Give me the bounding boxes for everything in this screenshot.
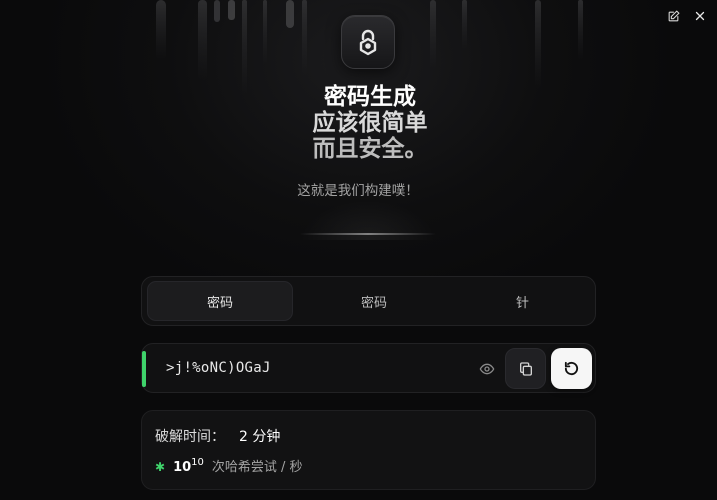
hash-rate: ✱ 10 10 次哈希尝试 / 秒 — [155, 456, 303, 475]
password-value[interactable]: >j!%oNC)OGaJ — [166, 360, 271, 376]
copy-icon — [519, 361, 532, 376]
hero-subtitle: 这就是我们构建噗！ — [297, 183, 419, 199]
eye-icon[interactable] — [477, 359, 497, 379]
hero-line-3: 而且安全。 — [312, 136, 428, 162]
divider-line — [300, 233, 436, 235]
crack-time: 破解时间： 2 分钟 — [155, 426, 280, 446]
hash-rate-base: 10 — [173, 460, 192, 475]
mode-tabs: 密码 密码 针 — [141, 276, 596, 326]
hero-line-2: 应该很简单 — [312, 110, 428, 136]
edit-square-icon[interactable] — [663, 6, 683, 26]
tab-password[interactable]: 密码 — [147, 281, 293, 321]
refresh-icon — [564, 361, 579, 376]
tab-pin[interactable]: 针 — [455, 281, 590, 321]
password-output: >j!%oNC)OGaJ — [141, 343, 596, 393]
asterisk-icon: ✱ — [155, 460, 166, 474]
app-logo — [341, 15, 395, 69]
strength-indicator — [142, 351, 146, 387]
hero-headline: 密码生成 应该很简单 而且安全。 — [240, 84, 500, 162]
hash-rate-exponent: 10 — [191, 457, 204, 468]
app-root: 密码生成 应该很简单 而且安全。 这就是我们构建噗！ 密码 密码 针 >j!%o… — [0, 0, 717, 500]
regenerate-button[interactable] — [551, 348, 592, 389]
crack-time-value: 2 分钟 — [239, 429, 281, 445]
close-icon[interactable] — [690, 6, 710, 26]
strength-info-card: 破解时间： 2 分钟 ✱ 10 10 次哈希尝试 / 秒 — [141, 410, 596, 490]
hash-rate-unit: 次哈希尝试 / 秒 — [211, 460, 303, 475]
hero-line-1: 密码生成 — [324, 84, 416, 110]
crack-time-label: 破解时间： — [155, 429, 225, 445]
copy-button[interactable] — [505, 348, 546, 389]
tab-passphrase[interactable]: 密码 — [293, 281, 455, 321]
padlock-icon — [359, 29, 377, 56]
